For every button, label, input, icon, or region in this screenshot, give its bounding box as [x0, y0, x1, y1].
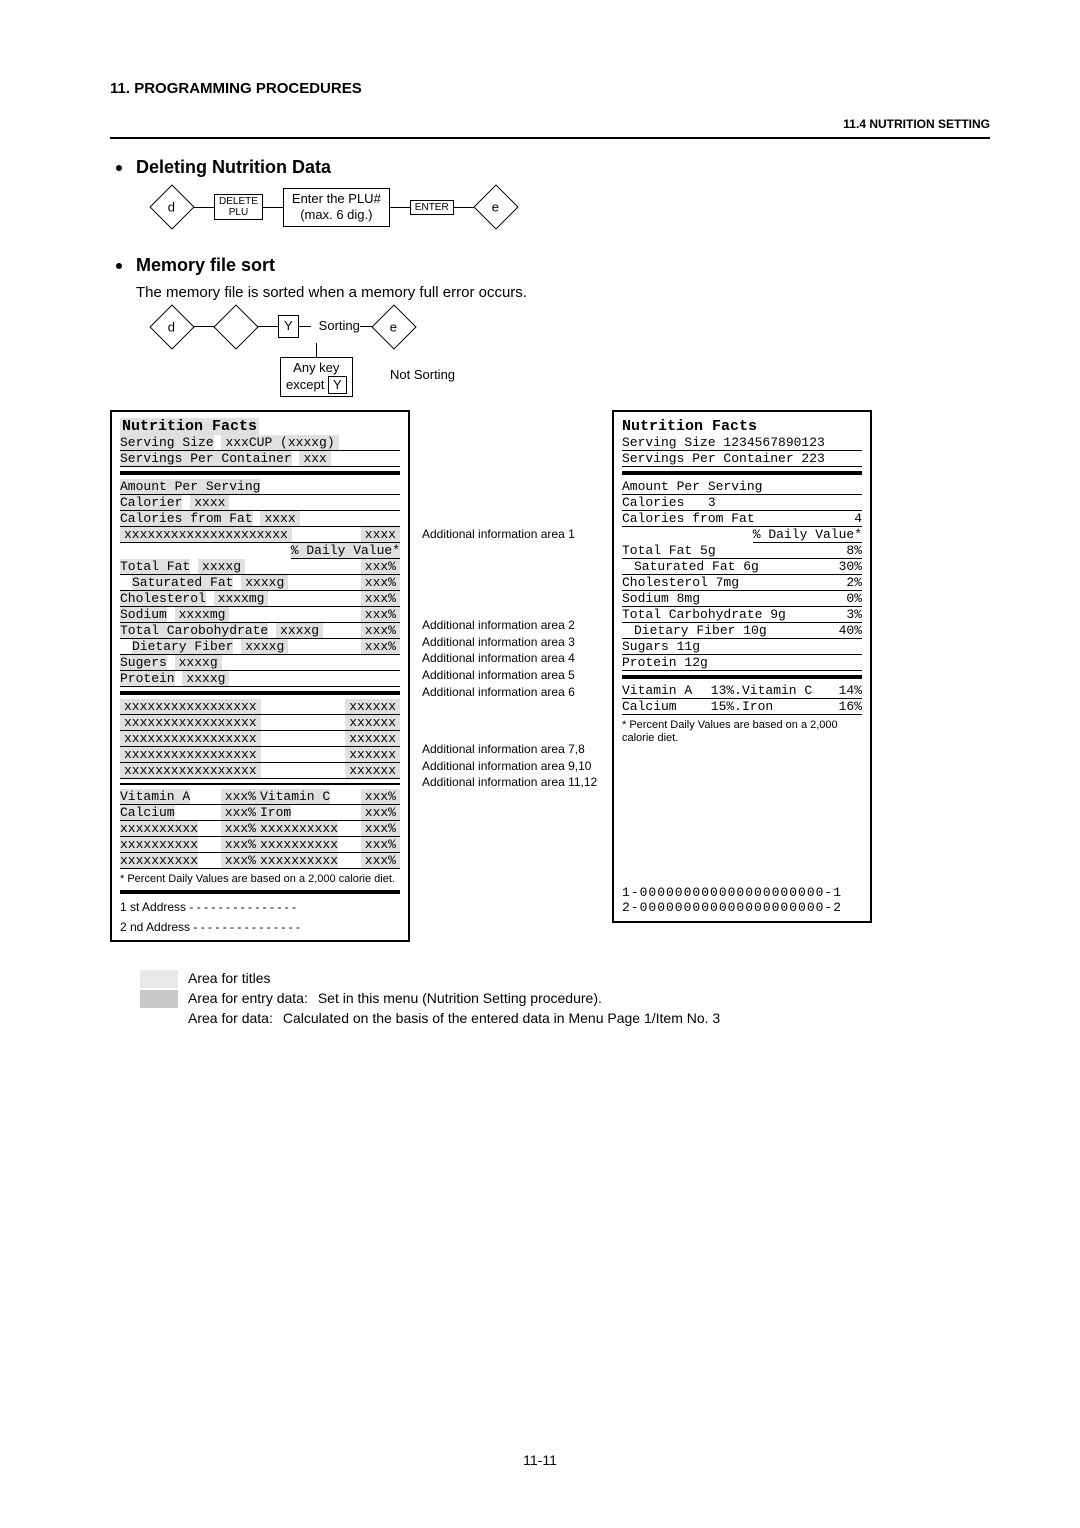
page: 11. PROGRAMMING PROCEDURES 11.4 NUTRITIO… [0, 0, 1080, 1528]
vitamin-row: Vitamin A13%.Vitamin C14% [622, 683, 862, 699]
nutrition-label-template: Nutrition Facts Serving Size xxxCUP (xxx… [110, 410, 410, 942]
flow-enter-key: ENTER [410, 200, 454, 215]
flow-start-d: d [149, 185, 194, 230]
address1: 1 st Address - - - - - - - - - - - - - -… [120, 900, 400, 914]
vitamin-row: xxxxxxxxxxxxx%xxxxxxxxxxxxx% [120, 853, 400, 869]
nutrition-row: Cholesterol xxxxmgxxx% [120, 591, 400, 607]
annotation-area1: Additional information area 1 [422, 526, 600, 543]
legend: Area for titles Area for entry data: Set… [140, 970, 990, 1028]
vitamin-row: Vitamin Axxx%Vitamin Cxxx% [120, 789, 400, 805]
flow-anykey-y: Y [328, 376, 347, 394]
annotation-area910: Additional information area 9,10 [422, 758, 600, 775]
nutrition-row: Total Fat 5g8% [622, 543, 862, 559]
nutrition-row: Saturated Fat 6g30% [622, 559, 862, 575]
annotation-area4: Additional information area 4 [422, 650, 600, 667]
chapter-heading: 11. PROGRAMMING PROCEDURES [110, 80, 990, 97]
vitamin-row: xxxxxxxxxxxxx%xxxxxxxxxxxxx% [120, 837, 400, 853]
flow-enter-plu: Enter the PLU# (max. 6 dig.) [283, 188, 390, 227]
bullet-icon [116, 263, 122, 269]
swatch-entrydata [140, 990, 178, 1008]
annotation-area2: Additional information area 2 [422, 617, 600, 634]
nutrition-row: Sodium xxxxmgxxx% [120, 607, 400, 623]
nutrition-row: Protein 12g [622, 655, 862, 671]
legend-data: Area for data: [188, 1010, 273, 1026]
flow-end-e: e [473, 185, 518, 230]
legend-titles: Area for titles [188, 970, 270, 986]
page-number: 11-11 [0, 1452, 1080, 1468]
nutrition-row: Total Carobohydrate xxxxgxxx% [120, 623, 400, 639]
label-sorting: Sorting [319, 318, 360, 333]
annotation-area6: Additional information area 6 [422, 684, 600, 701]
additional-row: xxxxxxxxxxxxxxxxxxxxxxx [120, 731, 400, 747]
legend-entry: Area for entry data: [188, 990, 308, 1006]
flow-start-d: d [149, 304, 194, 349]
section-title: Memory file sort [136, 255, 275, 276]
nutrition-panels: Nutrition Facts Serving Size xxxCUP (xxx… [110, 410, 990, 942]
header-rule [110, 137, 990, 139]
bullet-icon [116, 165, 122, 171]
additional-row: xxxxxxxxxxxxxxxxxxxxxxx [120, 699, 400, 715]
section-title: Deleting Nutrition Data [136, 157, 331, 178]
label-notsorting: Not Sorting [390, 367, 990, 382]
flow-y-key: Y [278, 315, 299, 337]
dv-note: * Percent Daily Values are based on a 2,… [120, 873, 400, 886]
section-desc: The memory file is sorted when a memory … [136, 284, 990, 301]
flow-decision [213, 304, 258, 349]
section-memorysort: Memory file sort The memory file is sort… [110, 255, 990, 383]
label-number-1: 1-000000000000000000000-1 [622, 885, 862, 900]
section-delete: Deleting Nutrition Data d DELETE PLU Ent… [110, 157, 990, 227]
nutrition-label-example: Nutrition Facts Serving Size 12345678901… [612, 410, 872, 923]
section-heading: 11.4 NUTRITION SETTING [110, 117, 990, 131]
nutrition-row: Cholesterol 7mg2% [622, 575, 862, 591]
swatch-titles [140, 970, 178, 988]
nutrition-row: Sugers xxxxg [120, 655, 400, 671]
vitamin-row: xxxxxxxxxxxxx%xxxxxxxxxxxxx% [120, 821, 400, 837]
label-number-2: 2-000000000000000000000-2 [622, 900, 862, 915]
legend-entry-desc: Set in this menu (Nutrition Setting proc… [318, 990, 602, 1006]
nutrition-row: Saturated Fat xxxxgxxx% [120, 575, 400, 591]
vitamin-row: Calciumxxx%Iromxxx% [120, 805, 400, 821]
nutrition-row: Dietary Fiber 10g40% [622, 623, 862, 639]
dv-note: * Percent Daily Values are based on a 2,… [622, 719, 862, 745]
swatch-data [140, 1010, 178, 1028]
nutrition-row: Sodium 8mg0% [622, 591, 862, 607]
nutrition-row: Total Fat xxxxgxxx% [120, 559, 400, 575]
annotation-area3: Additional information area 3 [422, 634, 600, 651]
nutrition-row: Sugars 11g [622, 639, 862, 655]
flow-delete-plu: DELETE PLU [214, 194, 263, 220]
legend-data-desc: Calculated on the basis of the entered d… [283, 1010, 720, 1026]
annotation-area5: Additional information area 5 [422, 667, 600, 684]
additional-row: xxxxxxxxxxxxxxxxxxxxxxx [120, 763, 400, 779]
additional-row: xxxxxxxxxxxxxxxxxxxxxxx [120, 715, 400, 731]
annotation-column: Additional information area 1 Additional… [422, 410, 600, 795]
vitamin-row: Calcium15%.Iron16% [622, 699, 862, 715]
flowchart-memorysort: d Y Sorting e Any key except Y [150, 311, 990, 383]
flow-end-e: e [371, 304, 416, 349]
flow-anykey: Any key except Y [280, 357, 353, 398]
additional-row: xxxxxxxxxxxxxxxxxxxxxxx [120, 747, 400, 763]
annotation-area78: Additional information area 7,8 [422, 741, 600, 758]
nutrition-row: Dietary Fiber xxxxgxxx% [120, 639, 400, 655]
address2: 2 nd Address - - - - - - - - - - - - - -… [120, 920, 400, 934]
annotation-area1112: Additional information area 11,12 [422, 774, 600, 791]
nutrition-row: Total Carbohydrate 9g3% [622, 607, 862, 623]
nutrition-row: Protein xxxxg [120, 671, 400, 687]
flowchart-delete: d DELETE PLU Enter the PLU# (max. 6 dig.… [150, 188, 990, 227]
